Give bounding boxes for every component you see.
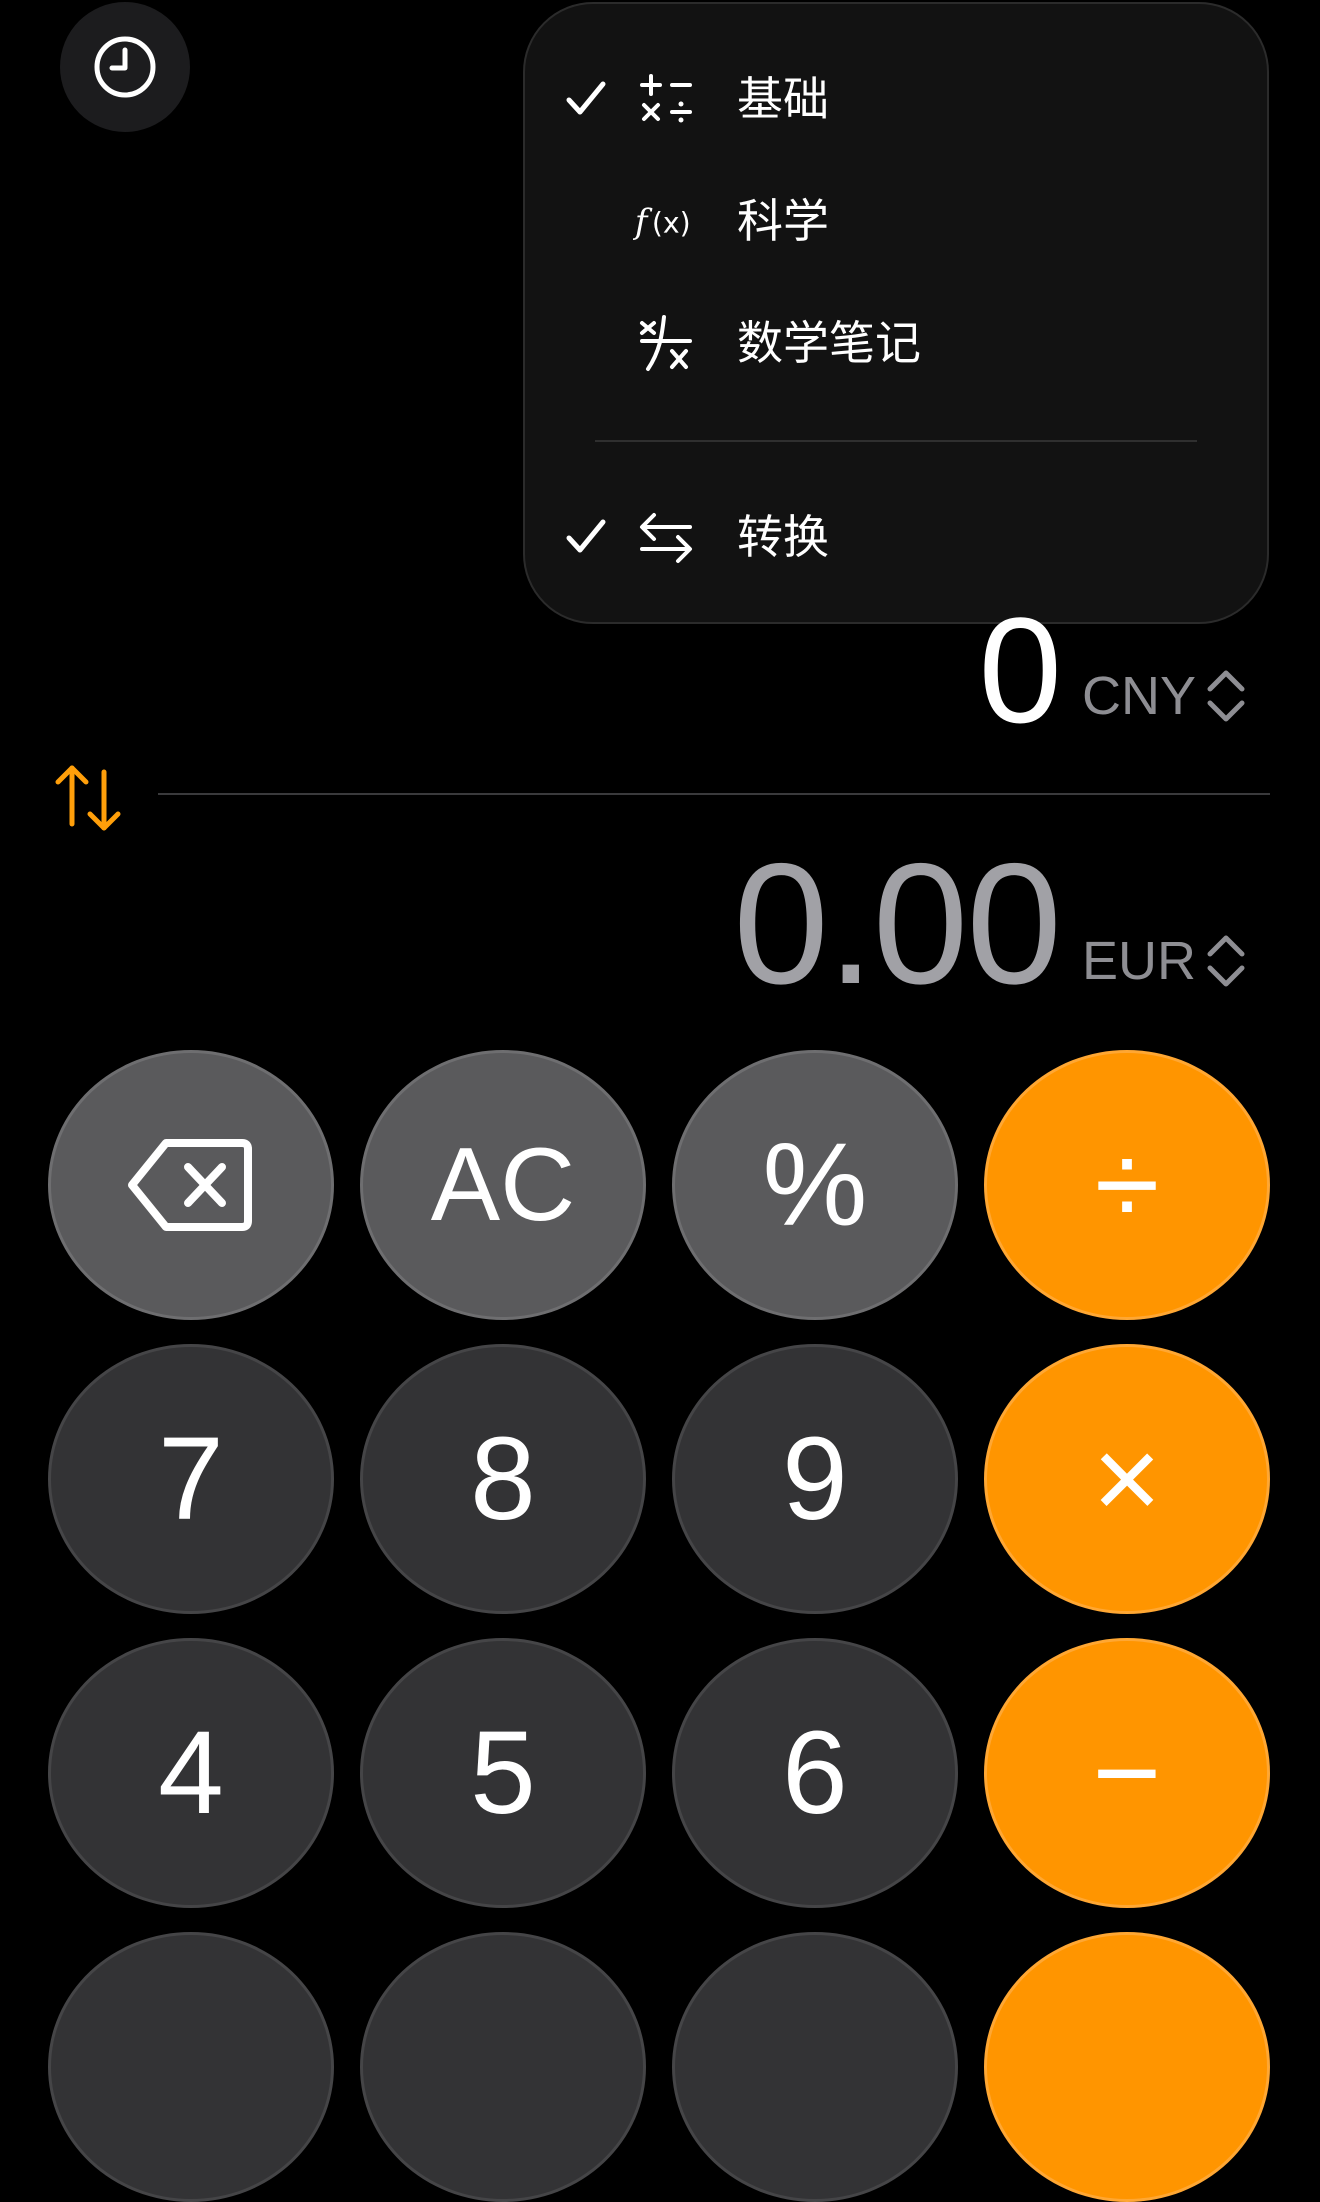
minus-button[interactable]: − xyxy=(984,1638,1270,1908)
divide-button[interactable]: ÷ xyxy=(984,1050,1270,1320)
digit-2-button[interactable] xyxy=(360,1932,646,2202)
digit-3-button[interactable] xyxy=(672,1932,958,2202)
target-currency-display[interactable]: 0.00 EUR xyxy=(733,830,1248,1010)
minus-button-label: − xyxy=(1092,1707,1162,1839)
svg-text:(x): (x) xyxy=(652,206,691,239)
digit-6-label: 6 xyxy=(782,1707,848,1839)
multiply-button[interactable]: × xyxy=(984,1344,1270,1614)
digit-8-button[interactable]: 8 xyxy=(360,1344,646,1614)
converter-divider xyxy=(158,793,1270,795)
menu-item-scientific-label: 科学 xyxy=(737,194,829,248)
digit-4-label: 4 xyxy=(158,1707,224,1839)
multiply-button-label: × xyxy=(1092,1413,1162,1545)
digit-5-button[interactable]: 5 xyxy=(360,1638,646,1908)
menu-item-convert[interactable]: 转换 xyxy=(525,482,1267,592)
menu-item-math-notes[interactable]: 数学笔记 xyxy=(525,288,1267,398)
basic-operators-icon xyxy=(633,66,699,132)
history-button[interactable] xyxy=(60,2,190,132)
calculator-mode-menu: 基础 f (x) 科学 数学笔记 转换 xyxy=(523,2,1269,624)
clear-button[interactable]: AC xyxy=(360,1050,646,1320)
checkmark-icon xyxy=(566,81,606,115)
digit-5-label: 5 xyxy=(470,1707,536,1839)
checkmark-icon xyxy=(566,519,606,553)
digit-7-label: 7 xyxy=(158,1413,224,1545)
menu-item-math-notes-label: 数学笔记 xyxy=(737,316,921,370)
source-currency-selector[interactable]: CNY xyxy=(1082,665,1248,745)
clock-icon xyxy=(94,36,156,98)
svg-text:f: f xyxy=(633,202,653,242)
digit-1-button[interactable] xyxy=(48,1932,334,2202)
digit-8-label: 8 xyxy=(470,1413,536,1545)
clear-button-label: AC xyxy=(430,1127,576,1243)
digit-9-label: 9 xyxy=(782,1413,848,1545)
source-value: 0 xyxy=(978,586,1062,754)
digit-4-button[interactable]: 4 xyxy=(48,1638,334,1908)
target-currency-selector[interactable]: EUR xyxy=(1082,930,1248,1010)
source-currency-code: CNY xyxy=(1081,666,1196,726)
percent-button-label: % xyxy=(762,1119,868,1251)
percent-button[interactable]: % xyxy=(672,1050,958,1320)
backspace-icon xyxy=(128,1139,252,1231)
digit-6-button[interactable]: 6 xyxy=(672,1638,958,1908)
menu-item-convert-label: 转换 xyxy=(737,510,829,564)
menu-item-scientific[interactable]: f (x) 科学 xyxy=(525,166,1267,276)
convert-arrows-icon xyxy=(633,504,699,570)
target-currency-code: EUR xyxy=(1081,931,1196,991)
digit-7-button[interactable]: 7 xyxy=(48,1344,334,1614)
chevron-up-down-icon xyxy=(1207,935,1245,987)
swap-arrows-icon[interactable] xyxy=(50,760,126,836)
chevron-up-down-icon xyxy=(1207,670,1245,722)
target-value: 0.00 xyxy=(733,828,1062,1020)
plus-button[interactable] xyxy=(984,1932,1270,2202)
source-currency-display[interactable]: 0 CNY xyxy=(979,595,1248,745)
digit-9-button[interactable]: 9 xyxy=(672,1344,958,1614)
menu-divider xyxy=(595,440,1197,442)
menu-item-basic[interactable]: 基础 xyxy=(525,44,1267,154)
backspace-button[interactable] xyxy=(48,1050,334,1320)
divide-button-label: ÷ xyxy=(1094,1119,1160,1251)
math-notes-icon xyxy=(633,310,699,376)
function-fx-icon: f (x) xyxy=(633,188,699,254)
menu-item-basic-label: 基础 xyxy=(737,72,829,126)
